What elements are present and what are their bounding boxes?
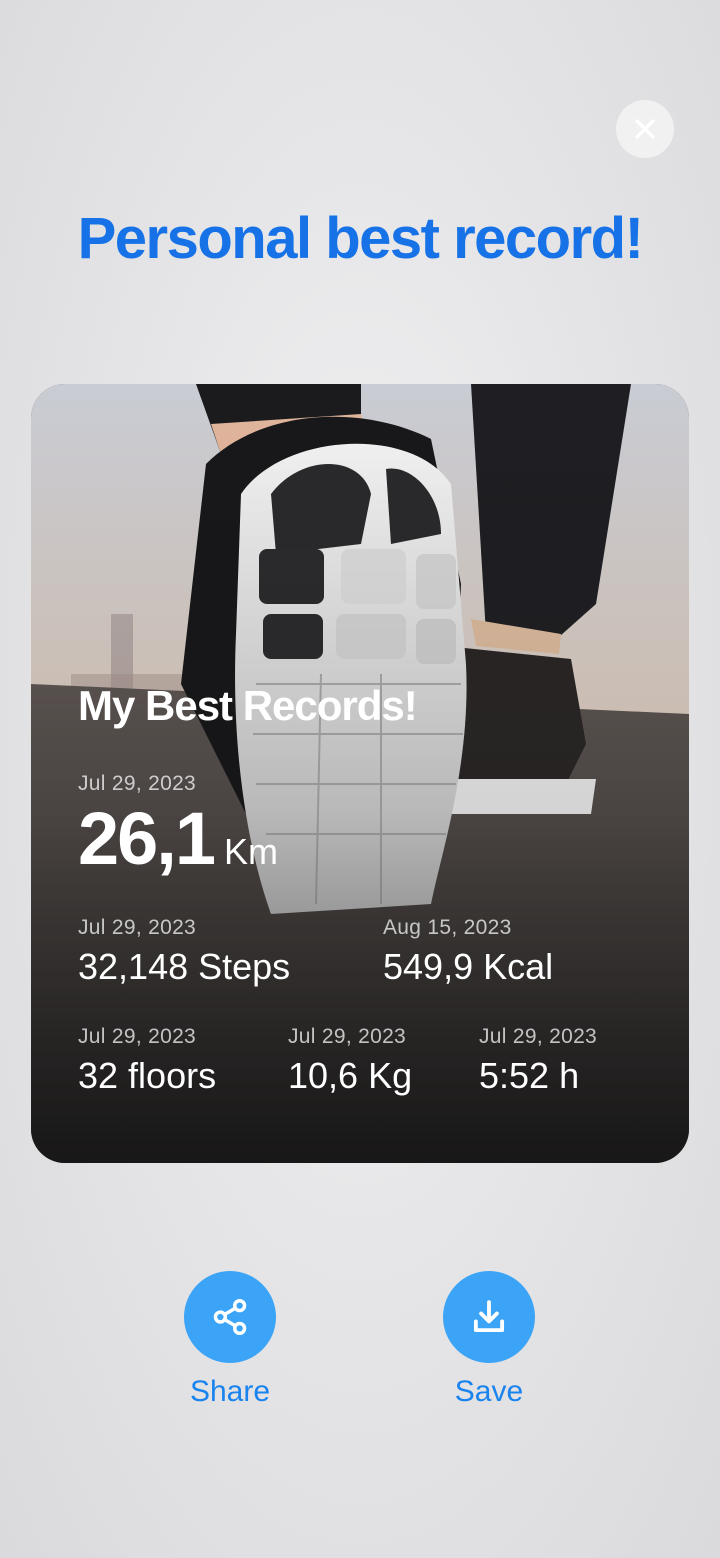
share-icon — [213, 1298, 247, 1336]
floors-date: Jul 29, 2023 — [78, 1025, 197, 1048]
steps-date: Jul 29, 2023 — [78, 916, 197, 939]
share-label[interactable]: Share — [160, 1375, 300, 1409]
share-button[interactable]: Share — [160, 1271, 300, 1409]
duration-record: Jul 29, 2023 5:52 h — [479, 1025, 597, 1097]
floors-value: 32 floors — [78, 1055, 217, 1096]
records-card: My Best Records! Jul 29, 2023 26,1 Km Jul… — [31, 384, 689, 1163]
save-circle[interactable] — [443, 1271, 535, 1363]
download-icon — [473, 1300, 505, 1333]
distance-value: 26,1 — [78, 797, 216, 880]
distance-unit: Km — [224, 831, 279, 872]
calories-value: 549,9 Kcal — [383, 946, 554, 987]
duration-value: 5:52 h — [479, 1055, 580, 1096]
floors-record: Jul 29, 2023 32 floors — [78, 1025, 216, 1097]
weight-date: Jul 29, 2023 — [288, 1025, 407, 1048]
save-button[interactable]: Save — [419, 1271, 559, 1409]
weight-value: 10,6 Kg — [288, 1055, 413, 1096]
page-title: Personal best record! — [77, 206, 644, 271]
share-circle[interactable] — [184, 1271, 276, 1363]
steps-record: Jul 29, 2023 32,148 Steps — [78, 916, 290, 988]
close-button[interactable] — [616, 100, 674, 158]
close-icon — [635, 119, 655, 139]
distance-record: Jul 29, 2023 26,1 Km — [78, 772, 278, 881]
records-content: My Best Records! Jul 29, 2023 26,1 Km Jul… — [31, 384, 689, 1163]
calories-record: Aug 15, 2023 549,9 Kcal — [383, 916, 553, 988]
duration-date: Jul 29, 2023 — [479, 1025, 598, 1048]
distance-date: Jul 29, 2023 — [78, 772, 197, 795]
calories-date: Aug 15, 2023 — [383, 916, 512, 939]
steps-value: 32,148 Steps — [78, 946, 291, 987]
card-heading: My Best Records! — [78, 682, 418, 729]
save-label[interactable]: Save — [419, 1375, 559, 1409]
distance-value-row: 26,1 Km — [78, 796, 278, 881]
weight-record: Jul 29, 2023 10,6 Kg — [288, 1025, 412, 1097]
